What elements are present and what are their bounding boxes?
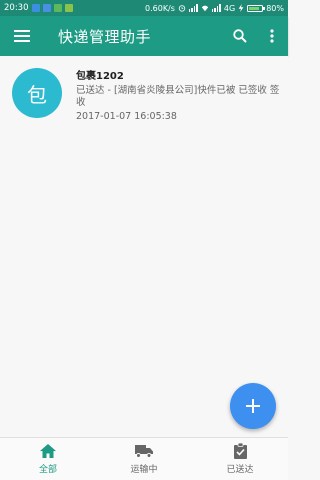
avatar: 包 bbox=[12, 68, 62, 118]
battery-icon bbox=[247, 4, 266, 12]
app-toolbar: 快递管理助手 bbox=[0, 16, 288, 56]
more-vert-icon bbox=[270, 29, 274, 43]
nav-item-delivered[interactable]: 已送达 bbox=[192, 438, 288, 480]
nav-label-in-transit: 运输中 bbox=[130, 465, 158, 475]
package-name: 包裹1202 bbox=[76, 71, 124, 82]
wifi-icon bbox=[201, 5, 209, 12]
charging-icon bbox=[238, 4, 244, 12]
nav-item-all[interactable]: 全部 bbox=[0, 438, 96, 480]
package-list: 包 包裹1202 已送达 - [湖南省炎陵县公司]快件已被 已签收 签收 201… bbox=[0, 56, 288, 132]
home-icon bbox=[40, 444, 56, 458]
package-status: 已送达 - [湖南省炎陵县公司]快件已被 已签收 签收 bbox=[76, 85, 280, 108]
network-speed: 0.60K/s bbox=[145, 3, 175, 13]
list-item[interactable]: 包 包裹1202 已送达 - [湖南省炎陵县公司]快件已被 已签收 签收 201… bbox=[0, 56, 288, 132]
network-type: 4G bbox=[223, 3, 236, 13]
clipboard-check-icon bbox=[233, 443, 247, 459]
status-bar: 20:30 0.60K/s 4G 80% bbox=[0, 0, 288, 16]
menu-button[interactable] bbox=[0, 16, 44, 56]
nav-label-all: 全部 bbox=[38, 465, 57, 475]
status-time: 20:30 bbox=[4, 3, 29, 13]
notification-icon bbox=[64, 4, 73, 12]
search-button[interactable] bbox=[224, 16, 256, 56]
notification-icon bbox=[31, 4, 40, 12]
nav-label-delivered: 已送达 bbox=[226, 465, 254, 475]
notification-icon bbox=[53, 4, 62, 12]
page-title: 快递管理助手 bbox=[58, 27, 152, 46]
search-icon bbox=[233, 29, 247, 43]
signal-icon bbox=[188, 4, 198, 12]
battery-percent: 80% bbox=[266, 3, 284, 13]
bottom-navigation: 全部 运输中 已送达 bbox=[0, 437, 288, 480]
more-options-button[interactable] bbox=[256, 16, 288, 56]
alarm-icon bbox=[178, 5, 186, 12]
add-icon bbox=[246, 399, 260, 413]
truck-icon bbox=[135, 444, 153, 458]
signal-icon bbox=[211, 4, 221, 12]
menu-icon bbox=[14, 30, 30, 42]
package-time: 2017-01-07 16:05:38 bbox=[76, 111, 177, 122]
nav-item-in-transit[interactable]: 运输中 bbox=[96, 438, 192, 480]
add-package-button[interactable] bbox=[230, 383, 276, 429]
notification-icon bbox=[42, 4, 51, 12]
